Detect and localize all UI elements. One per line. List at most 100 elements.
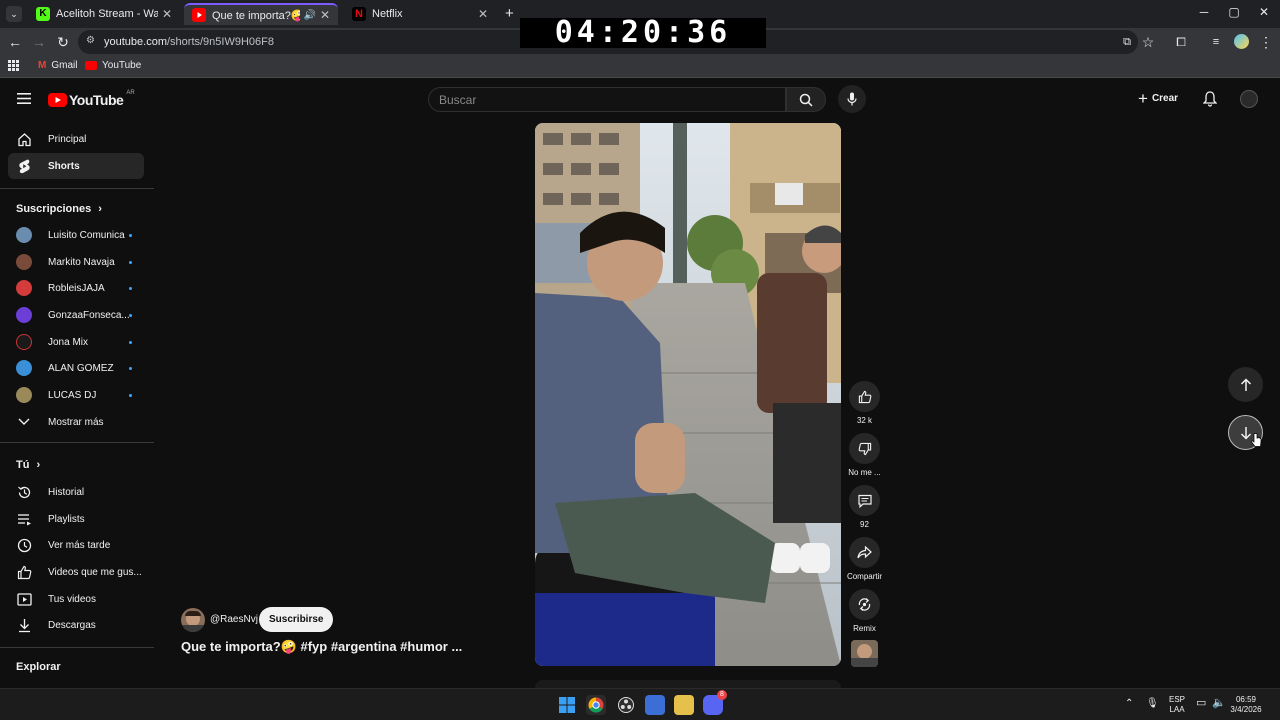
sidebar-item-label: Markito Navaja <box>48 256 115 268</box>
app-icon-blue[interactable] <box>645 695 665 715</box>
minimize-button[interactable]: ─ <box>1194 5 1214 19</box>
comment-icon <box>857 494 872 508</box>
install-app-icon[interactable]: ⧉ <box>1118 33 1136 51</box>
new-content-dot <box>129 234 132 237</box>
previous-short-button[interactable] <box>1228 367 1263 402</box>
sidebar-item-label: Luisito Comunica <box>48 229 125 241</box>
profile-avatar[interactable] <box>1234 34 1249 49</box>
you-heading[interactable]: Tú › <box>16 459 40 471</box>
windows-start-icon[interactable] <box>557 695 577 715</box>
subscribe-button[interactable]: Suscribirse <box>259 607 334 632</box>
forward-button[interactable]: → <box>30 33 48 51</box>
close-window-button[interactable]: ✕ <box>1254 5 1274 19</box>
sidebar-item-your-videos[interactable]: Tus videos <box>8 586 144 612</box>
tab-netflix[interactable]: N Netflix ✕ <box>344 3 496 25</box>
site-info-icon[interactable]: ⚙ <box>86 35 95 46</box>
sidebar-item-label: Videos que me gus... <box>48 566 142 578</box>
apps-grid-icon[interactable] <box>8 60 19 71</box>
share-button[interactable] <box>849 537 880 568</box>
notifications-bell-icon[interactable] <box>1203 91 1217 107</box>
sidebar-item-historial[interactable]: Historial <box>8 479 144 505</box>
search-button[interactable] <box>786 87 826 112</box>
remix-button[interactable] <box>849 589 880 620</box>
sidebar-item-subscription[interactable]: Jona Mix <box>8 329 144 355</box>
maximize-button[interactable]: ▢ <box>1224 5 1244 19</box>
like-button[interactable] <box>849 381 880 412</box>
browser-menu-icon[interactable]: ⋮ <box>1257 33 1275 51</box>
sidebar-item-label: Mostrar más <box>48 416 104 428</box>
logo-text: YouTube <box>69 92 124 108</box>
search-input[interactable] <box>429 88 785 111</box>
sidebar-item-label: ALAN GOMEZ <box>48 362 114 374</box>
discord-icon[interactable]: 8 <box>703 690 727 715</box>
tab-close-button[interactable]: ✕ <box>478 7 488 21</box>
reload-button[interactable]: ↻ <box>54 33 72 51</box>
voice-search-button[interactable] <box>838 85 866 113</box>
sidebar-item-subscription[interactable]: RobleisJAJA <box>8 275 144 301</box>
sidebar-item-subscription[interactable]: GonzaaFonseca... <box>8 302 144 328</box>
tab-close-button[interactable]: ✕ <box>320 8 330 22</box>
sidebar-item-shorts[interactable]: Shorts <box>8 153 144 179</box>
sidebar-item-subscription[interactable]: Luisito Comunica <box>8 222 144 248</box>
bookmark-gmail[interactable]: M Gmail <box>38 60 77 71</box>
tab-youtube-short[interactable]: Que te importa?🤪#fyp #a 🔊 ✕ <box>184 3 338 25</box>
short-title[interactable]: Que te importa?🤪 #fyp #argentina #humor … <box>181 639 462 655</box>
channel-name[interactable]: @RaesNvj <box>210 614 258 625</box>
create-button[interactable]: + Crear <box>1138 90 1178 107</box>
channel-avatar <box>16 227 32 243</box>
chrome-icon[interactable] <box>586 695 606 715</box>
hamburger-menu-icon[interactable] <box>17 93 31 104</box>
language-indicator[interactable]: ESP LAA <box>1166 695 1188 715</box>
youtube-logo[interactable]: YouTube AR <box>48 90 135 108</box>
tab-title: Que te importa?🤪#fyp #a <box>212 9 301 22</box>
sidebar-item-downloads[interactable]: Descargas <box>8 612 144 638</box>
clock-icon <box>16 537 32 553</box>
tray-microphone-icon[interactable]: 🎙 <box>1146 699 1159 709</box>
account-avatar[interactable] <box>1240 90 1258 108</box>
short-video-player[interactable] <box>535 123 841 666</box>
sidebar-item-liked-videos[interactable]: Videos que me gus... <box>8 559 144 585</box>
comments-button[interactable] <box>849 485 880 516</box>
sidebar-item-subscription[interactable]: Markito Navaja <box>8 249 144 275</box>
bookmark-youtube[interactable]: YouTube <box>85 60 141 71</box>
volume-icon[interactable]: 🔈 <box>1212 698 1226 709</box>
subscriptions-heading[interactable]: Suscripciones › <box>16 203 102 215</box>
new-content-dot <box>129 341 132 344</box>
sound-thumbnail[interactable] <box>851 640 878 667</box>
remix-label: Remix <box>853 624 876 633</box>
dislike-button[interactable] <box>849 433 880 464</box>
audio-playing-icon[interactable]: 🔊 <box>303 10 315 21</box>
new-tab-button[interactable]: + <box>505 5 514 22</box>
sidebar: Principal Shorts Suscripciones › Luisito… <box>0 119 154 687</box>
channel-avatar <box>16 254 32 270</box>
country-code: AR <box>126 90 135 96</box>
sidebar-item-subscription[interactable]: ALAN GOMEZ <box>8 355 144 381</box>
sidebar-item-principal[interactable]: Principal <box>8 126 144 152</box>
sidebar-item-watch-later[interactable]: Ver más tarde <box>8 532 144 558</box>
network-icon[interactable]: ▭ <box>1196 698 1206 709</box>
tab-close-button[interactable]: ✕ <box>162 7 172 21</box>
bookmark-star-icon[interactable]: ☆ <box>1139 33 1157 51</box>
clock[interactable]: 06:59 3/4/2026 <box>1230 695 1262 715</box>
download-icon <box>16 617 32 633</box>
sidebar-item-subscription[interactable]: LUCAS DJ <box>8 382 144 408</box>
arrow-up-icon <box>1240 377 1251 391</box>
youtube-icon <box>85 61 97 70</box>
search-box[interactable] <box>428 87 786 112</box>
channel-avatar[interactable] <box>181 608 205 632</box>
extensions-icon[interactable]: ⧠ <box>1172 33 1190 51</box>
app-icon-yellow[interactable] <box>674 695 694 715</box>
channel-avatar <box>16 307 32 323</box>
media-controls-icon[interactable]: ≡ <box>1207 33 1225 51</box>
sidebar-item-playlists[interactable]: Playlists <box>8 506 144 532</box>
bookmark-label: YouTube <box>102 60 142 71</box>
thumbs-up-icon <box>858 390 871 403</box>
tab-kick[interactable]: K Acelitoh Stream - Watch Live on ✕ <box>28 3 180 25</box>
obs-icon[interactable] <box>616 695 636 715</box>
tab-search-button[interactable]: ⌄ <box>6 6 22 22</box>
back-button[interactable]: ← <box>6 33 24 51</box>
show-more-button[interactable]: Mostrar más <box>8 409 144 435</box>
url-text[interactable]: youtube.com/shorts/9n5IW9H06F8 <box>104 36 274 48</box>
tray-overflow-icon[interactable]: ⌃ <box>1125 699 1133 709</box>
sidebar-item-label: LUCAS DJ <box>48 389 97 401</box>
